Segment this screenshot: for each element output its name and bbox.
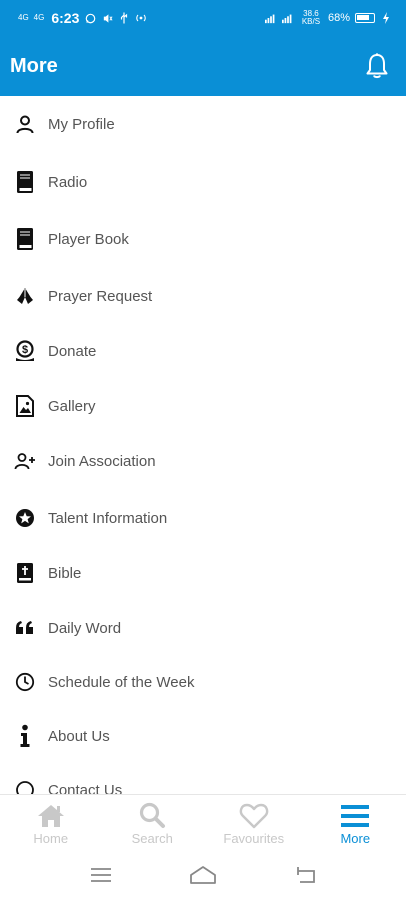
heart-icon [239, 801, 269, 829]
tab-search[interactable]: Search [102, 795, 204, 851]
search-icon [138, 801, 166, 829]
tab-label: Home [33, 830, 69, 846]
menu-item-schedule-of-the-week[interactable]: Schedule of the Week [0, 658, 406, 706]
menu-item-label: Player Book [48, 230, 129, 248]
clock-icon [14, 670, 36, 694]
user-icon [14, 112, 36, 136]
home-icon [36, 801, 66, 829]
book-icon [14, 227, 36, 251]
menu-item-daily-word[interactable]: Daily Word [0, 604, 406, 652]
user-plus-icon [14, 449, 36, 473]
star-circle-icon [14, 506, 36, 530]
mute-icon [101, 11, 113, 25]
recent-apps-icon[interactable] [85, 859, 117, 891]
menu-item-label: Contact Us [48, 781, 123, 795]
menu-item-label: Radio [48, 173, 88, 191]
network-indicator: 4G [18, 13, 29, 22]
tab-home[interactable]: Home [0, 795, 102, 851]
book-icon [14, 170, 36, 194]
menu-item-player-book[interactable]: Player Book [0, 215, 406, 263]
image-icon [14, 394, 36, 418]
info-icon [14, 724, 36, 748]
network-indicator-2: 4G [33, 13, 45, 22]
hotspot-icon [135, 11, 147, 25]
menu-item-label: Daily Word [48, 619, 122, 637]
status-bar: 4G 4G 6:23 38.6 KB/S 68% [0, 0, 406, 36]
menu-item-donate[interactable]: $ Donate [0, 327, 406, 375]
menu-list: My Profile Radio Player Book Prayer Requ… [0, 96, 406, 794]
menu-item-label: Join Association [48, 452, 156, 470]
app-header: More [0, 36, 406, 96]
menu-item-prayer-request[interactable]: Prayer Request [0, 272, 406, 320]
donate-icon: $ [14, 339, 36, 363]
menu-item-label: Prayer Request [48, 287, 153, 305]
menu-item-label: My Profile [48, 115, 115, 133]
usb-icon [118, 11, 130, 25]
tab-label: Favourites [223, 830, 285, 846]
whatsapp-icon [84, 11, 96, 25]
bottom-nav: Home Search Favourites More [0, 794, 406, 851]
battery-percent: 68% [327, 12, 350, 24]
praying-hands-icon [14, 284, 36, 308]
system-home-icon[interactable] [187, 859, 219, 891]
menu-item-about-us[interactable]: About Us [0, 712, 406, 760]
menu-item-label: About Us [48, 727, 110, 745]
menu-icon [341, 801, 370, 829]
tab-label: More [340, 830, 371, 846]
menu-item-contact-us[interactable]: Contact Us [0, 766, 406, 794]
menu-item-my-profile[interactable]: My Profile [0, 100, 406, 148]
back-icon[interactable] [289, 859, 321, 891]
svg-text:$: $ [22, 344, 28, 356]
menu-item-gallery[interactable]: Gallery [0, 382, 406, 430]
menu-item-join-association[interactable]: Join Association [0, 437, 406, 485]
menu-item-radio[interactable]: Radio [0, 158, 406, 206]
menu-item-label: Talent Information [48, 509, 168, 527]
system-nav-bar [0, 850, 406, 900]
menu-item-talent-information[interactable]: Talent Information [0, 494, 406, 542]
menu-item-label: Schedule of the Week [48, 673, 195, 691]
phone-icon [14, 778, 36, 794]
menu-item-label: Gallery [48, 397, 96, 415]
status-right: 38.6 KB/S 68% [264, 9, 392, 26]
menu-item-label: Donate [48, 342, 97, 360]
menu-item-label: Bible [48, 564, 82, 582]
status-left: 4G 4G 6:23 [18, 10, 147, 26]
tab-label: Search [131, 830, 173, 846]
status-time: 6:23 [51, 10, 80, 26]
menu-item-bible[interactable]: Bible [0, 549, 406, 597]
page-title: More [10, 54, 58, 77]
signal-icon [264, 11, 277, 25]
bell-icon[interactable] [364, 51, 390, 81]
battery-icon [355, 13, 375, 23]
charging-icon [380, 11, 392, 25]
quote-icon [14, 616, 36, 640]
bible-icon [14, 561, 36, 585]
signal-icon-2 [281, 11, 294, 25]
network-speed: 38.6 KB/S [301, 9, 321, 26]
tab-more[interactable]: More [305, 795, 406, 851]
tab-favourites[interactable]: Favourites [203, 795, 305, 851]
